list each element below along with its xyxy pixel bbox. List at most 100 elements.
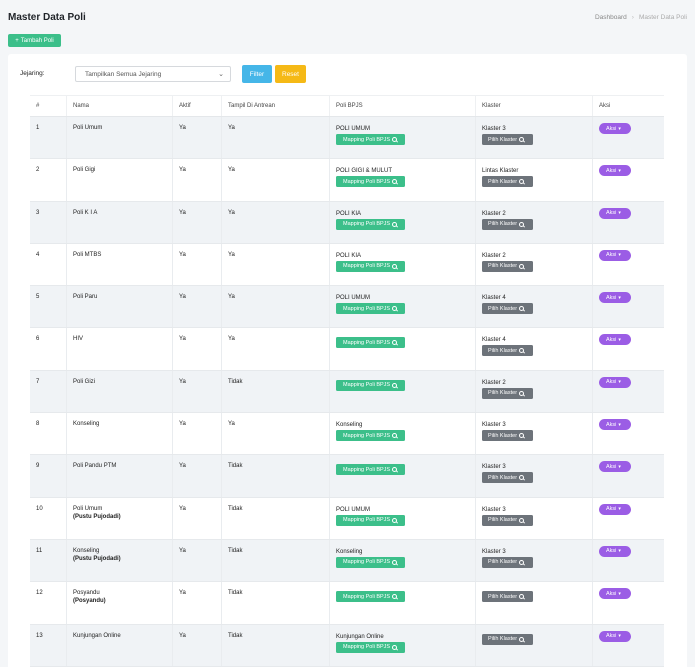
klaster-name: Klaster 3 xyxy=(482,506,506,513)
cell-aksi: Aksi ▾ xyxy=(592,539,664,582)
aksi-dropdown-button[interactable]: Aksi ▾ xyxy=(599,334,631,346)
aksi-dropdown-button[interactable]: Aksi ▾ xyxy=(599,503,631,515)
search-icon xyxy=(392,306,398,312)
aksi-dropdown-button[interactable]: Aksi ▾ xyxy=(599,419,631,431)
row-number: 6 xyxy=(36,336,40,343)
breadcrumb-current: Master Data Poli xyxy=(638,14,687,21)
pilih-klaster-button[interactable]: Pilih Klaster xyxy=(482,472,533,484)
cell-nama: Poli Gizi xyxy=(66,370,172,413)
search-icon xyxy=(392,137,398,142)
pilih-klaster-button[interactable]: Pilih Klaster xyxy=(482,556,533,568)
jejaring-select[interactable]: Tampilkan Semua Jejaring ⌄ xyxy=(75,66,231,82)
search-icon xyxy=(392,559,398,565)
aksi-dropdown-button[interactable]: Aksi ▾ xyxy=(599,292,631,304)
mapping-bpjs-label: Mapping Poli BPJS xyxy=(343,432,391,439)
cell-poli-bpjs: POLI UMUM Mapping Poli BPJS xyxy=(329,286,475,328)
pilih-klaster-button[interactable]: Pilih Klaster xyxy=(482,514,533,526)
search-icon xyxy=(392,179,398,185)
aksi-label: Aksi xyxy=(606,379,617,386)
chevron-down-icon: ▾ xyxy=(618,463,621,470)
aksi-dropdown-button[interactable]: Aksi ▾ xyxy=(599,207,631,219)
search-icon xyxy=(519,306,525,312)
aksi-label: Aksi xyxy=(606,336,617,343)
pilih-klaster-button[interactable]: Pilih Klaster xyxy=(482,591,533,603)
cell-poli-bpjs: Mapping Poli BPJS xyxy=(329,370,475,413)
jejaring-label: Jejaring: xyxy=(20,70,45,77)
aksi-dropdown-button[interactable]: Aksi ▾ xyxy=(599,461,631,473)
table-row: 8 Konseling Ya Ya Konseling Mapping Poli BPJS… xyxy=(30,413,664,456)
row-number: 10 xyxy=(36,505,43,512)
aksi-dropdown-button[interactable]: Aksi ▾ xyxy=(599,123,631,134)
aksi-label: Aksi xyxy=(606,252,617,259)
chevron-down-icon: ▾ xyxy=(618,167,621,174)
filter-button[interactable]: Filter xyxy=(242,65,272,83)
aksi-dropdown-button[interactable]: Aksi ▾ xyxy=(599,588,631,600)
cell-klaster: Klaster 3 Pilih Klaster xyxy=(475,117,592,159)
reset-button[interactable]: Reset xyxy=(275,65,306,83)
mapping-bpjs-button[interactable]: Mapping Poli BPJS xyxy=(336,218,405,230)
pilih-klaster-button[interactable]: Pilih Klaster xyxy=(482,134,533,145)
search-icon xyxy=(392,433,398,439)
search-icon xyxy=(519,594,525,600)
pilih-klaster-button[interactable]: Pilih Klaster xyxy=(482,633,533,645)
cell-aktif: Ya xyxy=(172,413,221,455)
pilih-klaster-button[interactable]: Pilih Klaster xyxy=(482,387,533,399)
table-row: 13 Kunjungan Online Ya Tidak Kunjungan Onlin… xyxy=(30,624,664,667)
aksi-label: Aksi xyxy=(606,210,617,217)
pilih-klaster-button[interactable]: Pilih Klaster xyxy=(482,260,533,272)
pilih-klaster-button[interactable]: Pilih Klaster xyxy=(482,218,533,230)
breadcrumb: Dashboard › Master Data Poli xyxy=(594,14,687,21)
klaster-name: Klaster 4 xyxy=(482,337,506,344)
aksi-dropdown-button[interactable]: Aksi ▾ xyxy=(599,545,631,557)
cell-poli-bpjs: Mapping Poli BPJS xyxy=(329,328,475,370)
pilih-klaster-button[interactable]: Pilih Klaster xyxy=(482,345,533,357)
poli-name: Poli Umum xyxy=(73,125,103,131)
table-row: 6 HIV Ya Ya Mapping Poli BPJS Klaster 4 Pilih … xyxy=(30,328,664,371)
aksi-dropdown-button[interactable]: Aksi ▾ xyxy=(599,165,631,177)
poli-bpjs-name: Kunjungan Online xyxy=(336,633,384,640)
search-icon xyxy=(519,137,525,142)
cell-nama: Kunjungan Online xyxy=(66,624,172,666)
poli-bpjs-name: POLI UMUM xyxy=(336,506,371,513)
mapping-bpjs-button[interactable]: Mapping Poli BPJS xyxy=(336,379,405,391)
cell-poli-bpjs: POLI KIA Mapping Poli BPJS xyxy=(329,243,475,286)
table-row: 1 Poli Umum Ya Ya POLI UMUM Mapping Poli BPJS… xyxy=(30,117,664,160)
mapping-bpjs-button[interactable]: Mapping Poli BPJS xyxy=(336,260,405,272)
mapping-bpjs-button[interactable]: Mapping Poli BPJS xyxy=(336,514,405,526)
mapping-bpjs-button[interactable]: Mapping Poli BPJS xyxy=(336,430,405,442)
mapping-bpjs-button[interactable]: Mapping Poli BPJS xyxy=(336,556,405,568)
mapping-bpjs-button[interactable]: Mapping Poli BPJS xyxy=(336,176,405,188)
page-title: Master Data Poli xyxy=(8,12,86,23)
add-poli-button[interactable]: + Tambah Poli xyxy=(8,34,61,47)
mapping-bpjs-button[interactable]: Mapping Poli BPJS xyxy=(336,303,405,315)
mapping-bpjs-button[interactable]: Mapping Poli BPJS xyxy=(336,134,405,145)
cell-nama: HIV xyxy=(66,328,172,370)
cell-nama: Poli Pandu PTM xyxy=(66,455,172,497)
mapping-bpjs-button[interactable]: Mapping Poli BPJS xyxy=(336,337,405,349)
pilih-klaster-label: Pilih Klaster xyxy=(488,593,518,600)
row-number: 4 xyxy=(36,251,40,258)
search-icon xyxy=(392,594,398,600)
search-icon xyxy=(519,348,525,354)
cell-klaster: Klaster 3 Pilih Klaster xyxy=(475,413,592,455)
breadcrumb-dashboard[interactable]: Dashboard xyxy=(595,14,627,21)
pilih-klaster-button[interactable]: Pilih Klaster xyxy=(482,430,533,442)
table-row: 12 Posyandu (Posyandu) Ya Tidak Mapping Poli … xyxy=(30,582,664,625)
pilih-klaster-button[interactable]: Pilih Klaster xyxy=(482,176,533,188)
aksi-dropdown-button[interactable]: Aksi ▾ xyxy=(599,376,631,388)
search-icon xyxy=(392,221,398,227)
cell-klaster: Klaster 3 Pilih Klaster xyxy=(475,455,592,497)
klaster-name: Klaster 3 xyxy=(482,422,506,429)
mapping-bpjs-button[interactable]: Mapping Poli BPJS xyxy=(336,641,405,653)
aksi-dropdown-button[interactable]: Aksi ▾ xyxy=(599,630,631,642)
mapping-bpjs-button[interactable]: Mapping Poli BPJS xyxy=(336,464,405,476)
aksi-dropdown-button[interactable]: Aksi ▾ xyxy=(599,249,631,261)
chevron-down-icon: ▾ xyxy=(618,379,621,386)
cell-aksi: Aksi ▾ xyxy=(592,328,664,370)
mapping-bpjs-button[interactable]: Mapping Poli BPJS xyxy=(336,591,405,603)
cell-nama: Poli MTBS xyxy=(66,243,172,286)
cell-tampil: Tidak xyxy=(221,497,329,539)
pilih-klaster-button[interactable]: Pilih Klaster xyxy=(482,303,533,315)
row-number: 8 xyxy=(36,421,40,428)
cell-nama: Poli Paru xyxy=(66,286,172,328)
